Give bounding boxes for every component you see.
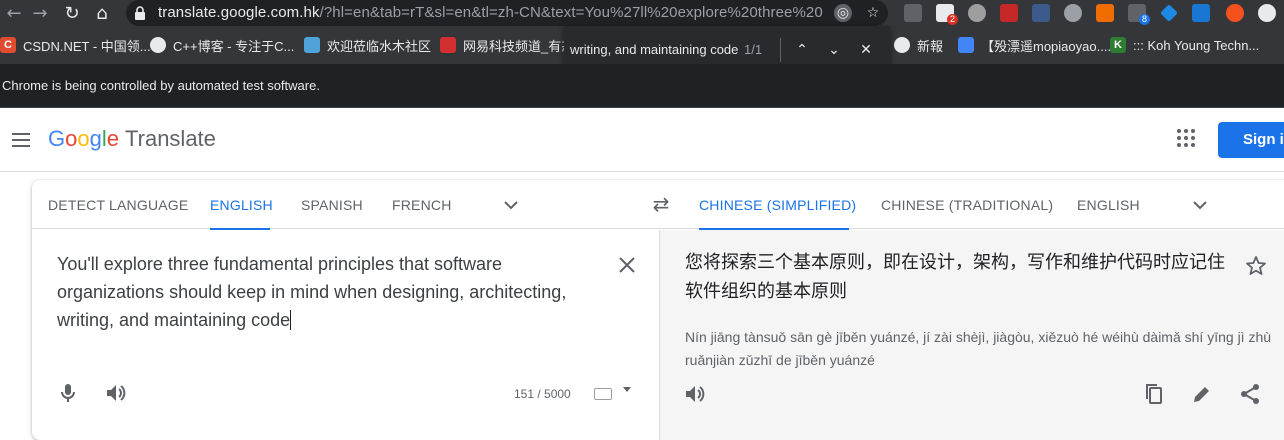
character-count: 151 / 5000 <box>514 387 571 401</box>
target-more-languages-icon[interactable] <box>1190 195 1210 215</box>
romanization-text: Nín jiāng tànsuǒ sān gè jīběn yuánzé, jí… <box>685 329 1272 368</box>
address-bar[interactable]: translate.google.com.hk/?hl=en&tab=rT&sl… <box>126 0 888 26</box>
keyboard-icon[interactable] <box>594 388 612 400</box>
logo-letter: e <box>106 126 120 151</box>
source-listen-icon[interactable] <box>104 381 128 405</box>
puzzle-extension-icon[interactable] <box>1258 4 1276 22</box>
bookmark-label: 新報 <box>917 38 944 54</box>
bookmark-item[interactable]: 新報 <box>894 36 943 54</box>
url-path: /?hl=en&tab=rT&sl=en&tl=zh-CN&text=You%2… <box>319 4 823 21</box>
circle-extension-icon[interactable] <box>1064 4 1082 22</box>
find-count: 1/1 <box>744 42 763 57</box>
bookmark-item[interactable]: 【殁漂遥mopiaoyao.... <box>958 36 1111 54</box>
infobar-text: Chrome is being controlled by automated … <box>2 78 320 93</box>
find-previous-icon[interactable]: ⌃ <box>790 38 814 62</box>
logo-letter: o <box>65 126 78 151</box>
flame-extension-icon[interactable] <box>1226 4 1244 22</box>
source-tab-french[interactable]: FRENCH <box>392 180 452 229</box>
bookmark-star-icon[interactable]: ☆ <box>864 4 882 22</box>
swap-languages-icon[interactable]: ⇄ <box>649 192 673 216</box>
dots-extension-icon[interactable] <box>1032 4 1050 22</box>
bookmark-label: CSDN.NET - 中国领... <box>23 38 151 54</box>
app-header: GoogleTranslate Sign in <box>0 108 1284 172</box>
translation-card: DETECT LANGUAGE ENGLISH SPANISH FRENCH ⇄… <box>32 180 1284 440</box>
text-caret <box>290 310 292 330</box>
bookmark-item[interactable]: 欢迎莅临水木社区 <box>304 36 431 54</box>
bookmark-label: ::: Koh Young Techn... <box>1133 37 1260 53</box>
keyboard-dropdown-icon[interactable] <box>623 387 631 392</box>
source-pane: You'll explore three fundamental princip… <box>32 230 659 440</box>
bookmark-item[interactable]: 网易科技频道_有态 <box>440 36 566 54</box>
copy-translation-icon[interactable] <box>1142 382 1166 406</box>
edit-translation-icon[interactable] <box>1190 382 1214 406</box>
logo-letter: o <box>77 126 90 151</box>
forward-icon[interactable]: → <box>26 0 54 26</box>
bird-icon <box>304 37 320 53</box>
microphone-icon[interactable] <box>56 381 80 405</box>
url-host: translate.google.com.hk <box>158 4 320 21</box>
bookmark-label: 欢迎莅临水木社区 <box>327 38 432 54</box>
find-input[interactable]: writing, and maintaining code <box>570 42 740 57</box>
bits-extension-icon[interactable]: 8 <box>1128 4 1150 25</box>
url-text[interactable]: translate.google.com.hk/?hl=en&tab=rT&sl… <box>158 4 823 21</box>
lock-icon[interactable] <box>134 6 146 20</box>
sign-in-button[interactable]: Sign in <box>1218 122 1284 158</box>
main-menu-icon[interactable] <box>10 128 34 152</box>
google-translate-logo[interactable]: Google Translate <box>48 126 216 152</box>
automation-infobar: Chrome is being controlled by automated … <box>0 64 1284 108</box>
bookmark-label: 【殁漂遥mopiaoyao.... <box>981 38 1112 54</box>
logo-product-name: Translate <box>125 126 216 151</box>
csdn-icon: C <box>0 37 16 53</box>
cloud-icon <box>958 37 974 53</box>
koh-young-icon: K <box>1110 37 1126 53</box>
ghost-extension-icon[interactable] <box>968 4 986 22</box>
globe-icon <box>150 37 166 53</box>
target-tab-chinese-traditional[interactable]: CHINESE (TRADITIONAL) <box>881 180 1053 229</box>
bookmark-label: 网易科技频道_有态 <box>463 38 566 54</box>
find-divider <box>780 38 781 62</box>
globe-icon <box>894 37 910 53</box>
target-listen-icon[interactable] <box>683 382 707 406</box>
target-pane: 您将探索三个基本原则，即在设计，架构，写作和维护代码时应记住软件组织的基本原则 … <box>659 230 1284 440</box>
google-apps-icon[interactable] <box>1176 128 1196 148</box>
target-tab-chinese-simplified[interactable]: CHINESE (SIMPLIFIED) <box>699 180 856 230</box>
find-close-icon[interactable]: ✕ <box>854 38 878 62</box>
bookmark-item[interactable]: C++博客 - 专注于C... <box>150 36 294 54</box>
logo-letter: g <box>89 126 102 151</box>
source-text-input[interactable]: You'll explore three fundamental princip… <box>57 250 597 334</box>
save-translation-star-icon[interactable] <box>1244 254 1268 278</box>
find-next-icon[interactable]: ⌄ <box>822 38 846 62</box>
clear-source-icon[interactable] <box>616 254 638 276</box>
source-tab-spanish[interactable]: SPANISH <box>301 180 363 229</box>
translation-text: 您将探索三个基本原则，即在设计，架构，写作和维护代码时应记住软件组织的基本原则 <box>685 252 1225 302</box>
language-bar: DETECT LANGUAGE ENGLISH SPANISH FRENCH ⇄… <box>32 180 1284 230</box>
logo-letter: G <box>48 126 66 151</box>
target-tab-english[interactable]: ENGLISH <box>1077 180 1140 229</box>
netease-icon <box>440 37 456 53</box>
back-icon[interactable]: ← <box>0 0 28 26</box>
find-query: writing, and maintaining code <box>570 42 739 57</box>
bookmark-label: C++博客 - 专注于C... <box>173 38 295 54</box>
lens-icon[interactable]: ◎ <box>834 4 852 22</box>
bits-badge: 8 <box>1138 14 1150 25</box>
source-tab-english[interactable]: ENGLISH <box>210 180 273 230</box>
diamond-extension-icon[interactable] <box>1160 4 1178 22</box>
source-more-languages-icon[interactable] <box>501 195 521 215</box>
mail-badge: 2 <box>946 14 958 25</box>
home-icon[interactable]: ⌂ <box>88 0 116 26</box>
orange-extension-icon[interactable] <box>1096 4 1114 22</box>
reload-icon[interactable]: ↻ <box>58 0 86 26</box>
pocket-icon[interactable] <box>904 4 922 22</box>
trello-icon[interactable] <box>1192 4 1210 22</box>
source-text: You'll explore three fundamental princip… <box>57 254 567 330</box>
fox-extension-icon[interactable] <box>1000 4 1018 22</box>
bookmark-item[interactable]: K::: Koh Young Techn... <box>1110 36 1259 54</box>
bookmark-item[interactable]: C CSDN.NET - 中国领... <box>0 36 151 54</box>
browser-toolbar: ← → ↻ ⌂ translate.google.com.hk/?hl=en&t… <box>0 0 1284 26</box>
mail-extension-icon[interactable]: 2 <box>936 4 958 25</box>
source-tab-detect[interactable]: DETECT LANGUAGE <box>48 180 188 229</box>
share-translation-icon[interactable] <box>1238 382 1262 406</box>
